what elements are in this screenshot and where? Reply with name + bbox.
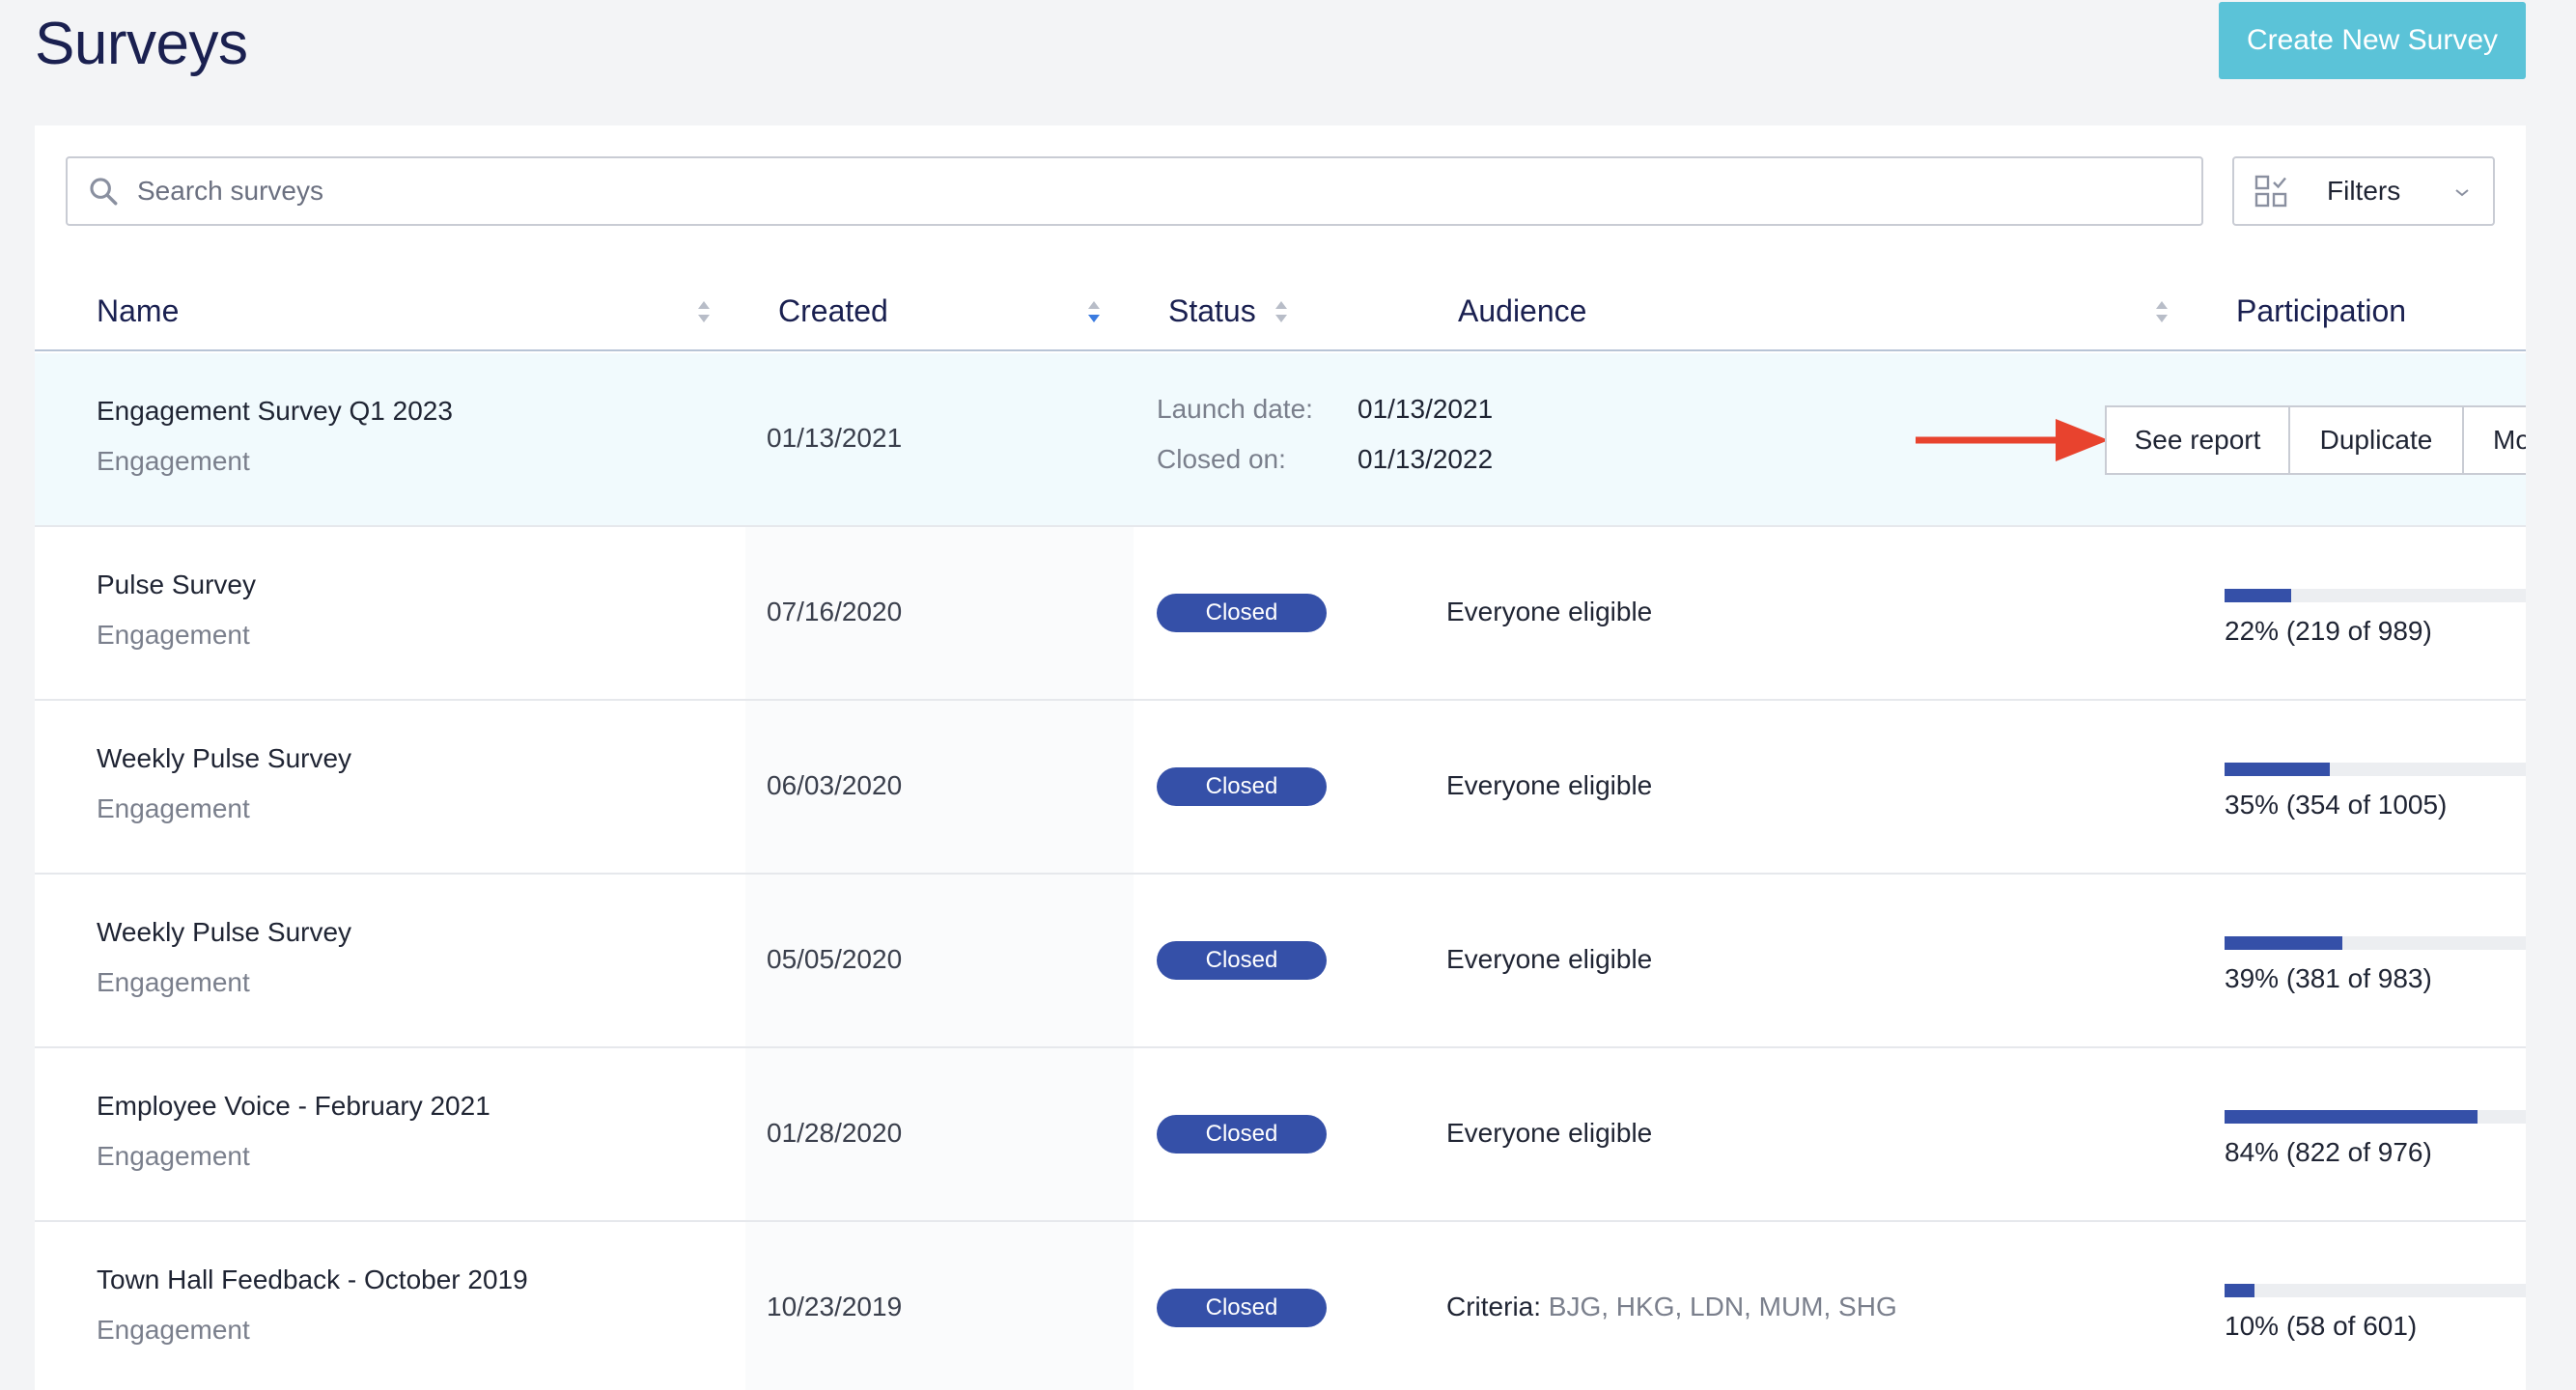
audience-text: Everyone eligible: [1446, 944, 1653, 974]
survey-name[interactable]: Weekly Pulse Survey: [97, 917, 351, 948]
see-report-button[interactable]: See report: [2105, 405, 2290, 475]
audience-text: Everyone eligible: [1446, 770, 1653, 800]
participation-bar: [2225, 763, 2526, 776]
create-new-survey-button[interactable]: Create New Survey: [2219, 2, 2526, 79]
filters-label: Filters: [2327, 176, 2401, 206]
survey-category: Engagement: [97, 620, 250, 650]
audience-text: Everyone eligible: [1446, 597, 1653, 626]
participation-bar: [2225, 936, 2526, 950]
created-date: 07/16/2020: [767, 597, 903, 626]
sort-icon[interactable]: [2153, 299, 2170, 324]
closed-on-value: 01/13/2022: [1358, 444, 1494, 474]
column-participation-header[interactable]: Participation: [2236, 270, 2406, 351]
criteria-value: BJG, HKG, LDN, MUM, SHG: [1548, 1292, 1897, 1321]
search-input[interactable]: [137, 162, 2201, 220]
closed-on-label: Closed on:: [1157, 444, 1286, 474]
survey-name[interactable]: Engagement Survey Q1 2023: [97, 396, 453, 427]
survey-category: Engagement: [97, 446, 250, 476]
participation-text: 22% (219 of 989): [2225, 616, 2432, 646]
table-row[interactable]: Employee Voice - February 2021 Engagemen…: [35, 1048, 2526, 1222]
survey-name[interactable]: Weekly Pulse Survey: [97, 743, 351, 774]
column-audience-header[interactable]: Audience: [1458, 270, 1586, 351]
audience-text: Criteria: BJG, HKG, LDN, MUM, SHG: [1446, 1292, 1897, 1322]
column-created-header[interactable]: Created: [778, 270, 888, 351]
created-date: 01/13/2021: [767, 423, 903, 453]
page-title: Surveys: [35, 11, 248, 77]
table-row[interactable]: Weekly Pulse Survey Engagement 05/05/202…: [35, 875, 2526, 1048]
arrow-right-icon: [1916, 419, 2109, 461]
created-date: 01/28/2020: [767, 1118, 903, 1148]
survey-name[interactable]: Employee Voice - February 2021: [97, 1091, 490, 1122]
participation-bar: [2225, 1284, 2526, 1297]
survey-category: Engagement: [97, 1315, 250, 1345]
more-button[interactable]: Mo: [2462, 405, 2526, 475]
survey-category: Engagement: [97, 1141, 250, 1171]
audience-text: Everyone eligible: [1446, 1118, 1653, 1148]
status-badge: Closed: [1157, 594, 1327, 632]
launch-date-label: Launch date:: [1157, 394, 1313, 424]
search-box[interactable]: [66, 156, 2203, 226]
survey-category: Engagement: [97, 793, 250, 823]
participation-text: 35% (354 of 1005): [2225, 790, 2448, 820]
created-date: 05/05/2020: [767, 944, 903, 974]
created-date: 06/03/2020: [767, 770, 903, 800]
launch-date-value: 01/13/2021: [1358, 394, 1494, 424]
participation-text: 10% (58 of 601): [2225, 1311, 2418, 1341]
sort-icon[interactable]: [695, 299, 713, 324]
surveys-panel: Filters Name Created Status Audience Par…: [35, 125, 2526, 1390]
participation-text: 39% (381 of 983): [2225, 963, 2432, 993]
search-icon: [90, 178, 118, 206]
row-actions: See report Duplicate Mo: [2105, 405, 2526, 475]
sort-active-icon[interactable]: [1085, 299, 1103, 324]
survey-name[interactable]: Town Hall Feedback - October 2019: [97, 1265, 528, 1295]
survey-name[interactable]: Pulse Survey: [97, 570, 256, 600]
criteria-label: Criteria:: [1446, 1292, 1542, 1321]
sort-icon[interactable]: [1273, 299, 1290, 324]
status-badge: Closed: [1157, 767, 1327, 806]
participation-text: 84% (822 of 976): [2225, 1137, 2432, 1167]
status-badge: Closed: [1157, 941, 1327, 980]
duplicate-button[interactable]: Duplicate: [2288, 405, 2464, 475]
table-row[interactable]: Town Hall Feedback - October 2019 Engage…: [35, 1222, 2526, 1390]
table-row[interactable]: Engagement Survey Q1 2023 Engagement 01/…: [35, 353, 2526, 527]
table-header: Name Created Status Audience Participati…: [35, 270, 2526, 351]
column-status-header[interactable]: Status: [1168, 270, 1256, 351]
participation-bar: [2225, 1110, 2526, 1124]
filter-grid-icon: [2254, 175, 2287, 208]
table-row[interactable]: Weekly Pulse Survey Engagement 06/03/202…: [35, 701, 2526, 875]
column-name-header[interactable]: Name: [97, 270, 179, 351]
status-badge: Closed: [1157, 1289, 1327, 1327]
table-row[interactable]: Pulse Survey Engagement 07/16/2020 Close…: [35, 527, 2526, 701]
status-badge: Closed: [1157, 1115, 1327, 1154]
created-date: 10/23/2019: [767, 1292, 903, 1321]
filters-button[interactable]: Filters: [2232, 156, 2495, 226]
survey-category: Engagement: [97, 967, 250, 997]
participation-bar: [2225, 589, 2526, 602]
chevron-down-icon: [2455, 189, 2469, 197]
